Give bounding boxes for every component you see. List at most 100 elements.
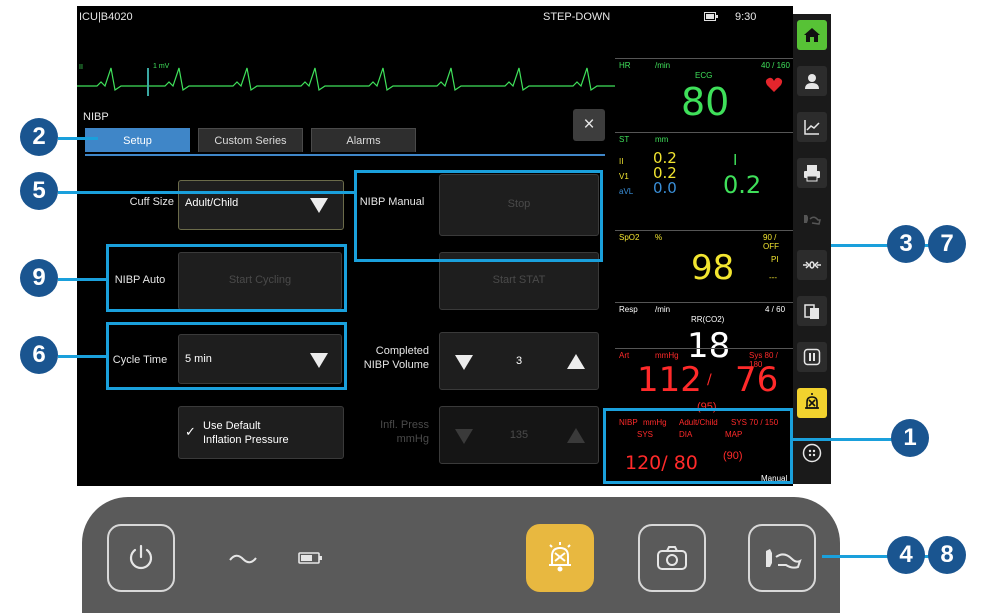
callout-highlight-1	[603, 408, 793, 484]
spo2-value: 98	[691, 248, 735, 288]
decrement-icon[interactable]	[455, 429, 473, 444]
nibp-start-icon	[766, 549, 802, 569]
use-default-inflation-checkbox[interactable]: ✓ Use Default Inflation Pressure	[178, 406, 344, 459]
close-button[interactable]: ×	[573, 109, 605, 141]
callout-leader-3	[831, 244, 891, 247]
st-tile[interactable]: ST mm II V1 aVL 0.2 0.2 0.0 I 0.2	[615, 132, 793, 228]
spo2-label: SpO2	[619, 233, 640, 242]
alarm-silence-icon	[549, 542, 571, 572]
cuff-size-dropdown[interactable]: Adult/Child	[178, 180, 344, 230]
heart-icon	[765, 77, 783, 92]
battery-icon	[298, 552, 322, 564]
clock-label: 9:30	[735, 11, 757, 23]
ecg-lead-label: II	[79, 64, 83, 71]
st-label: ST	[619, 135, 630, 144]
use-default-label: Use Default	[203, 420, 261, 432]
callout-leader-1	[793, 438, 893, 441]
infl-press-unit-label: mmHg	[396, 433, 429, 445]
pause-icon	[803, 348, 821, 366]
completed-volume-label: Completed	[375, 345, 429, 357]
ac-power-icon	[229, 554, 257, 564]
alarm-silence-icon	[805, 393, 819, 409]
pause-button[interactable]	[797, 342, 827, 372]
hr-tile[interactable]: HR /min 40 / 160 ECG 80	[615, 58, 793, 130]
st-right-lead: I	[733, 151, 738, 169]
st-value-avl: 0.0	[653, 179, 677, 197]
increment-icon[interactable]	[567, 428, 585, 443]
callout-leader-5	[58, 191, 354, 194]
callout-badge-5: 5	[20, 172, 58, 210]
trends-button[interactable]	[797, 112, 827, 142]
hr-value: 80	[681, 80, 730, 124]
care-area-label: STEP-DOWN	[543, 11, 611, 23]
art-dia-value: 76	[735, 360, 779, 400]
snapshot-button[interactable]	[638, 524, 706, 592]
nibp-start-button[interactable]	[748, 524, 816, 592]
callout-leader-2	[58, 137, 98, 140]
power-icon	[129, 544, 153, 570]
home-button[interactable]	[797, 20, 827, 50]
callout-badge-6: 6	[20, 336, 58, 374]
completed-volume-stepper[interactable]: 3	[439, 332, 599, 390]
print-button[interactable]	[797, 158, 827, 188]
nibp-cuff-button[interactable]	[797, 204, 827, 234]
st-lead-v1: V1	[619, 172, 629, 181]
alarm-silence-button[interactable]	[526, 524, 594, 592]
alarm-silence-button[interactable]	[797, 388, 827, 418]
tab-alarms[interactable]: Alarms	[311, 128, 416, 152]
callout-badge-3: 3	[887, 225, 925, 263]
ecg-scale-label: 1 mV	[153, 63, 170, 70]
zero-button[interactable]	[797, 250, 827, 280]
completed-volume-label-2: NIBP Volume	[363, 359, 429, 371]
art-unit: mmHg	[655, 351, 679, 360]
completed-volume-value: 3	[515, 355, 523, 367]
art-separator: /	[707, 372, 712, 388]
zero-icon	[803, 261, 821, 269]
nibp-panel-title: NIBP	[83, 111, 109, 123]
callout-highlight-6	[106, 322, 347, 390]
callout-leader-4	[822, 555, 892, 558]
spo2-unit: %	[655, 233, 663, 242]
start-stat-label: Start STAT	[492, 274, 546, 286]
art-label: Art	[619, 351, 630, 360]
callout-badge-7: 7	[928, 225, 966, 263]
cuff-size-value: Adult/Child	[185, 197, 239, 209]
hr-limits: 40 / 160	[761, 61, 790, 70]
hr-unit: /min	[655, 61, 671, 70]
callout-leader-9	[58, 278, 106, 281]
main-menu-button[interactable]	[797, 438, 827, 468]
hr-label: HR	[619, 61, 631, 70]
increment-icon[interactable]	[567, 354, 585, 369]
patient-button[interactable]	[797, 66, 827, 96]
menu-icon	[802, 443, 822, 463]
tab-setup[interactable]: Setup	[85, 128, 190, 152]
infl-press-value: 135	[509, 429, 529, 441]
infl-press-stepper[interactable]: 135	[439, 406, 599, 464]
callout-leader-6	[58, 355, 106, 358]
callout-badge-1: 1	[891, 419, 929, 457]
art-tile[interactable]: Art mmHg Sys 80 / 180 112 / 76 (95)	[615, 348, 793, 413]
status-bar: ICU|B4020 STEP-DOWN 9:30	[77, 6, 793, 28]
chevron-down-icon	[310, 198, 328, 213]
clipboard-icon	[804, 304, 819, 319]
pi-value: ---	[769, 273, 777, 282]
spo2-limits: 90 / OFF	[763, 233, 779, 251]
resp-unit: /min	[655, 305, 671, 314]
tab-custom-series[interactable]: Custom Series	[198, 128, 303, 152]
hr-source: ECG	[695, 71, 713, 80]
resp-label: Resp	[619, 305, 638, 314]
home-icon	[804, 28, 820, 42]
print-icon	[804, 165, 820, 182]
art-sys-value: 112	[637, 360, 702, 400]
location-label: ICU|B4020	[79, 11, 133, 23]
callout-highlight-9	[106, 244, 347, 312]
clipboard-button[interactable]	[797, 296, 827, 326]
decrement-icon[interactable]	[455, 355, 473, 370]
callout-highlight-5	[354, 170, 603, 262]
callout-badge-4: 4	[887, 536, 925, 574]
camera-icon	[657, 546, 687, 570]
power-button[interactable]	[107, 524, 175, 592]
battery-status-icon	[704, 12, 718, 21]
spo2-tile[interactable]: SpO2 % 90 / OFF PI --- 98	[615, 230, 793, 300]
callout-badge-8: 8	[928, 536, 966, 574]
